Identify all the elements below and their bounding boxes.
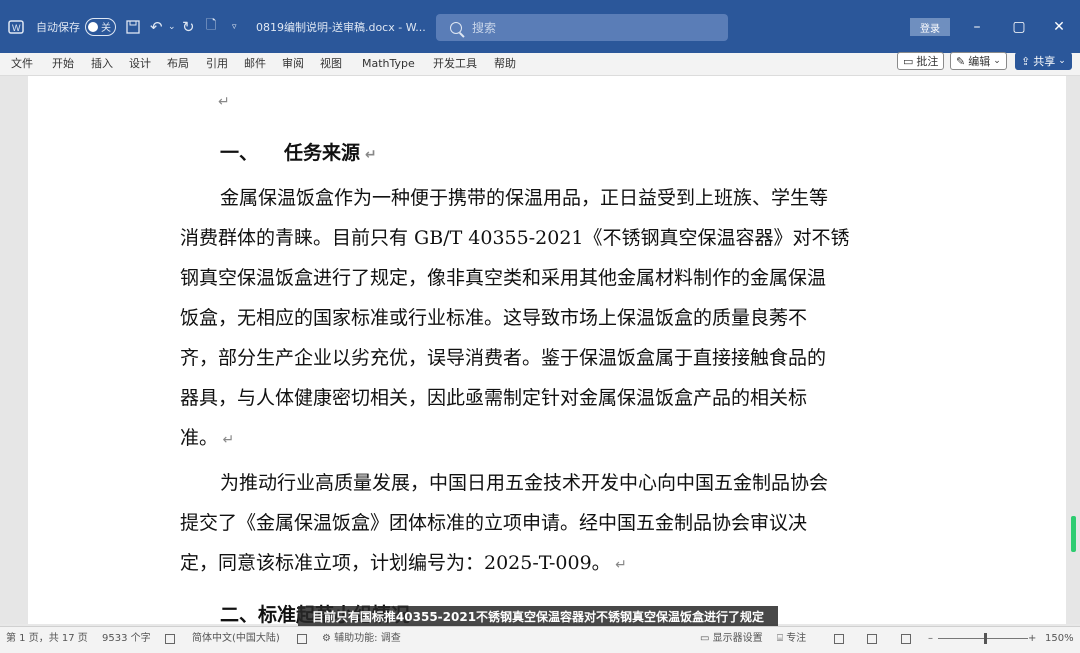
video-caption: 目前只有国标推40355-2021不锈钢真空保温容器对不锈钢真空保温饭盒进行了规… bbox=[298, 606, 778, 626]
zoom-slider-thumb[interactable] bbox=[984, 633, 987, 644]
body-line: 金属保温饭盒作为一种便于携带的保温用品，正日益受到上班族、学生等 bbox=[220, 187, 829, 209]
svg-text:W: W bbox=[12, 23, 21, 33]
zoom-out-button[interactable]: – bbox=[928, 627, 933, 651]
word-count[interactable]: 9533 个字 bbox=[102, 627, 151, 651]
login-button[interactable]: 登录 bbox=[910, 18, 950, 36]
tab-mailings[interactable]: 邮件 bbox=[244, 53, 266, 75]
status-bar: 第 1 页，共 17 页 9533 个字 简体中文(中国大陆) ⚙ 辅助功能: … bbox=[0, 626, 1080, 653]
restore-icon[interactable]: ▢ bbox=[1004, 16, 1034, 38]
paragraph-mark: ↵ bbox=[218, 94, 230, 110]
body-line: 消费群体的青睐。目前只有 GB/T 40355-2021《不锈钢真空保温容器》对… bbox=[180, 227, 850, 249]
tab-developer[interactable]: 开发工具 bbox=[433, 53, 477, 75]
tab-review[interactable]: 审阅 bbox=[282, 53, 304, 75]
search-box[interactable]: 搜索 bbox=[436, 14, 728, 41]
comments-button[interactable]: ▭ 批注 bbox=[897, 52, 945, 70]
print-layout-icon[interactable] bbox=[867, 634, 877, 644]
redo-icon[interactable]: ↻ bbox=[182, 0, 195, 53]
body-line: 定，同意该标准立项，计划编号为：2025-T-009。 ↵ bbox=[180, 552, 627, 574]
minimize-icon[interactable]: – bbox=[962, 16, 992, 38]
chevron-down-icon: ⌄ bbox=[1058, 56, 1066, 66]
focus-mode[interactable]: ⌸ 专注 bbox=[777, 627, 806, 651]
body-line: 器具，与人体健康密切相关，因此亟需制定针对金属保温饭盒产品的相关标 bbox=[180, 387, 808, 409]
customize-toolbar-icon[interactable]: ▿ bbox=[232, 0, 237, 53]
autosave-toggle[interactable]: 关 bbox=[85, 17, 116, 36]
comment-icon: ▭ bbox=[903, 54, 914, 68]
tab-references[interactable]: 引用 bbox=[206, 53, 228, 75]
page-count[interactable]: 第 1 页，共 17 页 bbox=[6, 627, 88, 651]
zoom-level[interactable]: 150% bbox=[1045, 627, 1074, 651]
document-canvas[interactable]: ↵ 一、 任务来源 ↵ 金属保温饭盒作为一种便于携带的保温用品，正日益受到上班族、… bbox=[0, 76, 1080, 624]
tab-view[interactable]: 视图 bbox=[320, 53, 342, 75]
tab-file[interactable]: 文件 bbox=[11, 53, 33, 75]
editing-mode-button[interactable]: ✎ 编辑 ⌄ bbox=[950, 52, 1007, 70]
tab-design[interactable]: 设计 bbox=[129, 53, 151, 75]
heading-1: 一、 任务来源 ↵ bbox=[220, 142, 377, 164]
save-icon[interactable] bbox=[126, 0, 140, 53]
zoom-slider[interactable] bbox=[938, 638, 1028, 639]
close-icon[interactable]: ✕ bbox=[1044, 16, 1074, 38]
tab-insert[interactable]: 插入 bbox=[91, 53, 113, 75]
document-title: 0819编制说明-送审稿.docx - W... bbox=[256, 20, 426, 34]
title-bar: W 自动保存 关 ↶ ⌄ ↻ 🗋 ▿ 0819编制说明-送审稿.docx - W… bbox=[0, 0, 1080, 53]
file-icon[interactable]: 🗋 bbox=[206, 0, 216, 53]
tab-home[interactable]: 开始 bbox=[52, 53, 74, 75]
accessibility-status[interactable]: ⚙ 辅助功能: 调查 bbox=[322, 627, 401, 651]
body-line: 提交了《金属保温饭盒》团体标准的立项申请。经中国五金制品协会审议决 bbox=[180, 512, 808, 534]
web-layout-icon[interactable] bbox=[901, 634, 911, 644]
share-button[interactable]: ⇪ 共享 ⌄ bbox=[1015, 52, 1072, 70]
pencil-icon: ✎ bbox=[956, 54, 966, 68]
body-line: 齐，部分生产企业以劣充优，误导消费者。鉴于保温饭盒属于直接接触食品的 bbox=[180, 347, 827, 369]
read-mode-icon[interactable] bbox=[834, 634, 844, 644]
focus-icon: ⌸ bbox=[777, 633, 787, 644]
body-line: 准。 ↵ bbox=[180, 427, 235, 449]
zoom-in-button[interactable]: + bbox=[1028, 627, 1036, 651]
chevron-down-icon: ⌄ bbox=[993, 56, 1001, 66]
proofing-icon[interactable] bbox=[165, 634, 175, 644]
display-settings[interactable]: ▭ 显示器设置 bbox=[700, 627, 763, 651]
undo-dropdown-icon[interactable]: ⌄ bbox=[168, 0, 176, 53]
tab-help[interactable]: 帮助 bbox=[494, 53, 516, 75]
undo-icon[interactable]: ↶ bbox=[150, 0, 163, 53]
tab-layout[interactable]: 布局 bbox=[167, 53, 189, 75]
document-page[interactable]: ↵ 一、 任务来源 ↵ 金属保温饭盒作为一种便于携带的保温用品，正日益受到上班族、… bbox=[28, 76, 1066, 624]
word-logo-icon: W bbox=[8, 0, 24, 53]
autosave-label: 自动保存 bbox=[36, 20, 80, 34]
body-line: 为推动行业高质量发展，中国日用五金技术开发中心向中国五金制品协会 bbox=[220, 472, 829, 494]
macro-icon[interactable] bbox=[297, 634, 307, 644]
language-indicator[interactable]: 简体中文(中国大陆) bbox=[192, 627, 280, 651]
accessibility-icon: ⚙ bbox=[322, 633, 335, 644]
body-line: 钢真空保温饭盒进行了规定，像非真空类和采用其他金属材料制作的金属保温 bbox=[180, 267, 827, 289]
tab-mathtype[interactable]: MathType bbox=[362, 53, 415, 75]
scrollbar-thumb[interactable] bbox=[1071, 516, 1076, 552]
monitor-icon: ▭ bbox=[700, 633, 713, 644]
body-line: 饭盒，无相应的国家标准或行业标准。这导致市场上保温饭盒的质量良莠不 bbox=[180, 307, 808, 329]
share-icon: ⇪ bbox=[1021, 54, 1031, 68]
search-icon bbox=[450, 21, 462, 34]
